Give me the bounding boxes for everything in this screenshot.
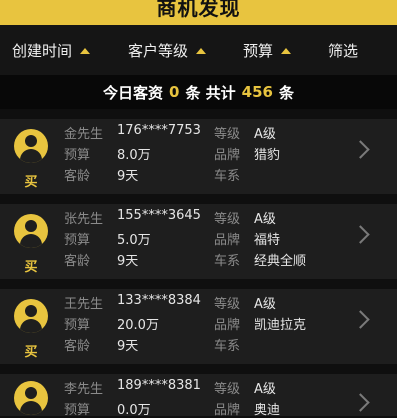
avatar-icon — [14, 214, 48, 248]
avatar-icon — [14, 299, 48, 333]
page-title: 商机发现 — [156, 0, 241, 20]
chevron-right-icon[interactable] — [351, 225, 370, 244]
series-label: 车系 — [214, 339, 241, 354]
summary-suffix: 条 — [278, 83, 294, 102]
lead-series: 经典全顺 — [254, 254, 307, 269]
filter-more-button[interactable]: 筛选 — [328, 40, 358, 61]
level-label: 等级 — [214, 212, 241, 227]
series-label: 车系 — [214, 169, 241, 184]
lead-level: A级 — [254, 127, 276, 142]
filter-budget[interactable]: 预算 — [243, 40, 292, 61]
lead-brand: 凯迪拉克 — [254, 318, 307, 333]
brand-label: 品牌 — [214, 318, 241, 333]
sort-up-icon — [80, 47, 91, 54]
lead-budget: 8.0万 — [117, 148, 151, 163]
buy-badge: 买 — [24, 345, 38, 360]
lead-name: 王先生 — [64, 297, 104, 312]
lead-age: 9天 — [117, 169, 139, 184]
lead-name: 李先生 — [64, 382, 104, 397]
lead-brand: 奥迪 — [254, 403, 281, 418]
lead-phone[interactable]: 189****8381 — [117, 378, 201, 393]
filter-customer-level[interactable]: 客户等级 — [128, 40, 207, 61]
lead-summary: 今日客资 0 条 共计 456 条 — [0, 75, 397, 109]
summary-prefix: 今日客资 — [102, 83, 163, 102]
budget-label: 预算 — [64, 233, 91, 248]
level-label: 等级 — [214, 127, 241, 142]
brand-label: 品牌 — [214, 148, 241, 163]
lead-phone[interactable]: 133****8384 — [117, 293, 201, 308]
budget-label: 预算 — [64, 318, 91, 333]
lead-card[interactable]: 买 张先生 155****3645 预算 5.0万 客龄 9天 等级 A级 品牌… — [0, 204, 397, 279]
chevron-right-icon[interactable] — [351, 393, 370, 412]
budget-label: 预算 — [64, 403, 91, 418]
buy-badge: 买 — [24, 175, 38, 190]
age-label: 客龄 — [64, 339, 91, 354]
lead-card[interactable]: 买 金先生 176****7753 预算 8.0万 客龄 9天 等级 A级 品牌… — [0, 119, 397, 194]
lead-budget: 20.0万 — [117, 318, 159, 333]
lead-phone[interactable]: 155****3645 — [117, 208, 201, 223]
filter-label: 客户等级 — [128, 41, 189, 60]
lead-card[interactable]: 李先生 189****8381 预算 0.0万 等级 A级 品牌 奥迪 — [0, 374, 397, 418]
summary-mid: 条 共计 — [185, 83, 236, 102]
age-label: 客龄 — [64, 254, 91, 269]
lead-card[interactable]: 买 王先生 133****8384 预算 20.0万 客龄 9天 等级 A级 品… — [0, 289, 397, 364]
lead-level: A级 — [254, 382, 276, 397]
chevron-right-icon[interactable] — [351, 140, 370, 159]
level-label: 等级 — [214, 297, 241, 312]
lead-brand: 猎豹 — [254, 148, 281, 163]
lead-phone[interactable]: 176****7753 — [117, 123, 201, 138]
lead-name: 张先生 — [64, 212, 104, 227]
lead-level: A级 — [254, 297, 276, 312]
brand-label: 品牌 — [214, 403, 241, 418]
sort-up-icon — [196, 47, 207, 54]
avatar-icon — [14, 129, 48, 163]
brand-label: 品牌 — [214, 233, 241, 248]
filter-label: 筛选 — [328, 41, 359, 60]
series-label: 车系 — [214, 254, 241, 269]
filter-bar: 创建时间 客户等级 预算 筛选 — [0, 25, 397, 75]
total-count: 456 — [241, 83, 273, 101]
filter-label: 预算 — [243, 41, 274, 60]
lead-name: 金先生 — [64, 127, 104, 142]
lead-brand: 福特 — [254, 233, 281, 248]
lead-age: 9天 — [117, 339, 139, 354]
buy-badge: 买 — [24, 260, 38, 275]
age-label: 客龄 — [64, 169, 91, 184]
chevron-right-icon[interactable] — [351, 310, 370, 329]
today-count: 0 — [169, 83, 180, 101]
filter-created-time[interactable]: 创建时间 — [12, 40, 91, 61]
lead-age: 9天 — [117, 254, 139, 269]
avatar-icon — [14, 381, 48, 415]
level-label: 等级 — [214, 382, 241, 397]
lead-budget: 0.0万 — [117, 403, 151, 418]
filter-label: 创建时间 — [12, 41, 73, 60]
budget-label: 预算 — [64, 148, 91, 163]
lead-level: A级 — [254, 212, 276, 227]
lead-budget: 5.0万 — [117, 233, 151, 248]
sort-up-icon — [281, 47, 292, 54]
app-header: 商机发现 — [0, 0, 397, 25]
